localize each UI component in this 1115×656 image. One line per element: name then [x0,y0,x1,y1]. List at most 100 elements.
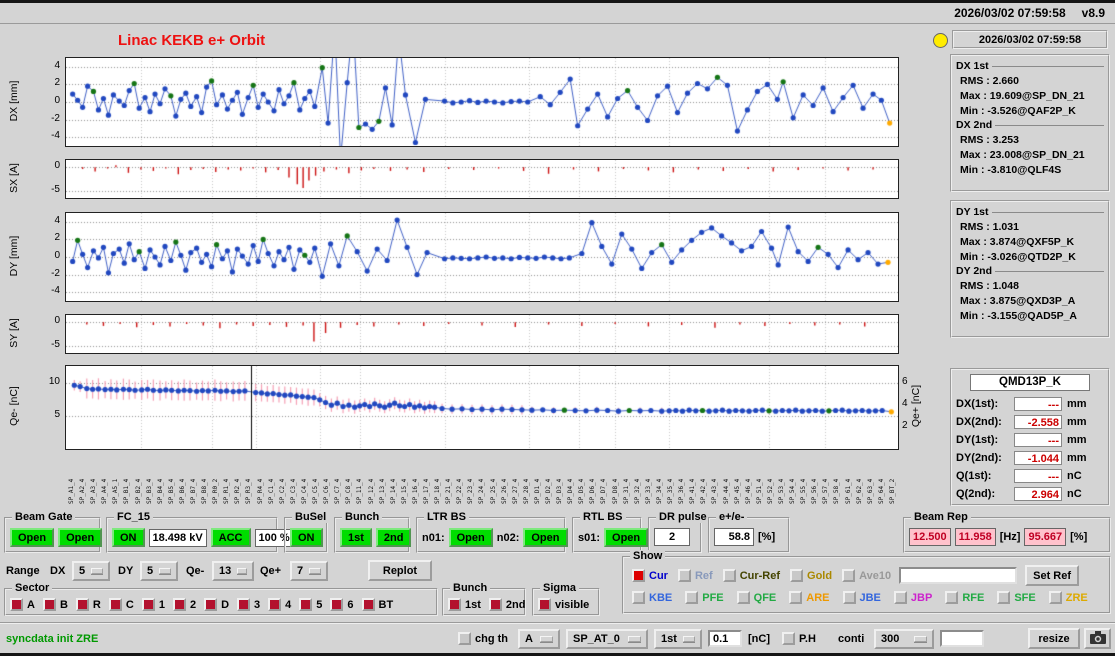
dx-plot-canvas[interactable] [66,58,898,146]
eplus-eminus-unit: [%] [758,531,776,543]
checkbox-indicator [997,591,1011,604]
show-checkbox-gold[interactable]: Gold [790,569,832,582]
sector-checkbox-a[interactable]: A [10,598,35,611]
replot-button[interactable]: Replot [368,560,432,581]
stat-group-title: DX 1st [956,60,989,72]
range-qe-minus-value: 13 [219,565,232,577]
sector-checkbox-b[interactable]: B [42,598,68,611]
snapshot-button[interactable] [1084,628,1111,649]
checkbox-label: 5 [316,598,323,611]
dy-statistics-box: DY 1st RMS : 1.031 Max : 3.874@QXF5P_K Min … [950,200,1110,338]
show-checkbox-ave10[interactable]: Ave10 [842,569,891,582]
interval-dropdown[interactable]: 300 [874,629,934,649]
chg-th-checkbox[interactable]: chg th [458,632,508,645]
y-tick-label-right: 2 [902,419,908,431]
bpm-label: SP_R0_2 [212,478,220,504]
bpm-label: SP_C1_4 [267,478,275,504]
bpm-label: SP_B5_4 [167,478,175,504]
sector-checkbox-5[interactable]: 5 [299,598,322,611]
qmd-row-value: --- [1014,433,1062,447]
chg-th-label: chg th [475,632,508,645]
set-ref-button[interactable]: Set Ref [1025,565,1080,586]
sy-axis-label: SY [A] [8,318,20,348]
checkbox-label: Gold [807,569,833,582]
bunch-select-dropdown[interactable]: 1st [654,629,702,649]
sector-checkbox-r[interactable]: R [75,598,101,611]
y-tick-label: -4 [51,285,60,297]
beam-gate-open-button-1[interactable]: Open [10,528,55,547]
range-dy-dropdown[interactable]: 5 [140,561,178,581]
show-checkbox-zre[interactable]: ZRE [1048,591,1088,604]
bunch-select-value: 1st [661,633,677,645]
eplus-eminus-field: 58.8 [714,528,754,546]
checkbox-label: 2nd [505,598,526,611]
sector-checkbox-bt[interactable]: BT [361,598,393,611]
range-dx-label: DX [50,565,66,577]
y-tick-label-right: 6 [902,375,908,387]
show-checkbox-jbe[interactable]: JBE [842,591,881,604]
y-tick-label: 0 [54,94,60,106]
sector-select-dropdown[interactable]: A [518,629,560,649]
sigma-checkbox-visible[interactable]: visible [538,598,589,611]
show-checkbox-pfe[interactable]: PFE [685,591,724,604]
range-qe-minus-dropdown[interactable]: 13 [212,561,254,581]
ph-checkbox[interactable]: P.H [782,632,816,645]
bpm-label: SP_64_4 [877,478,885,504]
sy-plot-canvas[interactable] [66,315,898,353]
show-checkbox-jbp[interactable]: JBP [893,591,932,604]
show-checkbox-cur[interactable]: Cur [632,569,668,582]
beam-gate-open-button-2[interactable]: Open [58,528,103,547]
show-checkbox-are[interactable]: ARE [789,591,830,604]
show-checkbox-kbe[interactable]: KBE [632,591,672,604]
sector-checkbox-2[interactable]: 2 [172,598,196,611]
show-checkbox-rfe[interactable]: RFE [945,591,984,604]
resize-button[interactable]: resize [1028,628,1080,649]
monitor-select-dropdown[interactable]: SP_AT_0 [566,629,648,649]
sector-checkbox-d[interactable]: D [204,598,229,611]
bunch-checkbox-2nd[interactable]: 2nd [488,598,526,611]
show-checkbox-cur-ref[interactable]: Cur-Ref [722,569,780,582]
y-tick-label: 0 [54,160,60,172]
stat-rms: RMS : 3.253 [960,134,1019,146]
checkbox-label: SFE [1014,591,1036,604]
sector-checkbox-6[interactable]: 6 [330,598,354,611]
fc15-acc-button[interactable]: ACC [210,528,251,547]
bunch-1st-button[interactable]: 1st [340,528,372,547]
blank-entry-field[interactable] [940,630,984,647]
bpm-label: SP_14_4 [389,478,397,504]
ltr-n02-open-button[interactable]: Open [523,528,568,547]
rtl-bs-title: RTL BS [580,511,626,523]
show-checkbox-qfe[interactable]: QFE [736,591,776,604]
checkbox-indicator [685,591,699,604]
threshold-field[interactable] [708,630,742,647]
bunch-checkbox-1st[interactable]: 1st [448,598,481,611]
ltr-n01-open-button[interactable]: Open [448,528,493,547]
sector-checkbox-1[interactable]: 1 [141,598,165,611]
bpm-label: SP_C3_4 [289,478,297,504]
checkbox-indicator [204,598,218,611]
busel-on-button[interactable]: ON [290,528,323,547]
conti-label: conti [838,633,865,645]
show-checkbox-sfe[interactable]: SFE [997,591,1036,604]
sector-checkbox-c[interactable]: C [108,598,134,611]
fc15-on-button[interactable]: ON [112,528,145,547]
stat-max: Max : 19.609@SP_DN_21 [960,90,1085,102]
sector-checkbox-3[interactable]: 3 [237,598,260,611]
qe-plot-canvas[interactable] [66,366,898,449]
range-dx-dropdown[interactable]: 5 [72,561,110,581]
range-label: Range [6,565,40,577]
eplus-eminus-group: e+/e- 58.8 [%] [708,511,790,553]
dy-plot-canvas[interactable] [66,213,898,301]
range-qe-plus-dropdown[interactable]: 7 [290,561,328,581]
y-tick-label: -2 [51,267,60,279]
option-menu-indicator [309,568,321,574]
bunch-2nd-button[interactable]: 2nd [375,528,412,547]
sx-plot-canvas[interactable] [66,160,898,198]
qmd-row: DX(2nd): -2.558 mm [956,413,1104,431]
bpm-label: SP_D8_4 [611,478,619,504]
checkbox-label: D [221,598,230,611]
show-checkbox-ref[interactable]: Ref [677,569,713,582]
rtl-s01-open-button[interactable]: Open [604,528,649,547]
sector-checkbox-4[interactable]: 4 [268,598,291,611]
ref-entry-field[interactable] [899,567,1018,584]
